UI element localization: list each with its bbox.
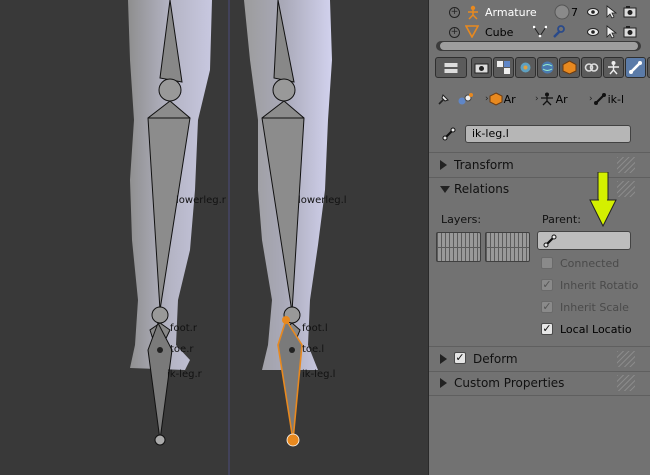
bone-label: toe.r [170, 344, 194, 355]
bone-icon [442, 127, 456, 141]
camera-render-icon[interactable] [623, 25, 637, 38]
annotation-arrow-icon [589, 172, 617, 228]
expand-icon[interactable]: + [449, 27, 460, 38]
modifier-wrench-icon [553, 25, 565, 38]
parent-bone-field[interactable] [537, 231, 631, 250]
outliner-row-armature[interactable]: + Armature 7 [429, 2, 650, 22]
expand-icon[interactable]: + [449, 7, 460, 18]
tab-object[interactable] [559, 57, 580, 78]
section-custom-properties-header[interactable]: Custom Properties [435, 373, 635, 393]
drag-handle[interactable] [617, 375, 635, 391]
viewport-scene [128, 0, 332, 475]
section-deform-header[interactable]: ✓ Deform [435, 349, 635, 369]
bone-label: ik-leg.r [167, 369, 202, 380]
tab-render-layers[interactable] [493, 57, 514, 78]
bone-icon [543, 234, 557, 248]
bone-label: lowerleg.r [176, 195, 226, 206]
bone-layers-grid-left[interactable] [436, 232, 481, 262]
checkbox[interactable]: ✓ [541, 279, 553, 291]
joint-ankle-r [151, 306, 169, 324]
section-title: Transform [454, 158, 514, 172]
armature-icon [468, 5, 478, 20]
editor-type-menu[interactable] [435, 57, 467, 78]
tab-world[interactable] [537, 57, 558, 78]
parent-label: Parent: [542, 213, 581, 226]
collapse-triangle-icon [440, 378, 447, 388]
bone-layers-grid-right[interactable] [485, 232, 530, 262]
bone-ik-leg-l [277, 318, 303, 441]
tab-bone[interactable] [625, 57, 646, 78]
deform-checkbox[interactable]: ✓ [454, 352, 466, 364]
section-title: Relations [454, 182, 510, 196]
outliner-item-name: Armature [485, 6, 537, 19]
joint-knee-r [158, 78, 182, 102]
mesh-data-icon [533, 25, 547, 38]
bone-label: foot.l [302, 323, 328, 334]
bone-label: toe.l [302, 344, 325, 355]
cube-icon [489, 92, 503, 106]
pose-data-icon [554, 4, 570, 20]
collapse-triangle-icon [440, 354, 447, 364]
drag-handle[interactable] [617, 181, 635, 197]
bone-label: foot.r [170, 323, 197, 334]
armature-icon [540, 92, 553, 106]
joint-ik-l-head [282, 316, 290, 324]
eye-icon[interactable] [587, 26, 599, 38]
section-title: Custom Properties [454, 376, 565, 390]
checkbox[interactable] [541, 257, 553, 269]
breadcrumb-item[interactable]: › Ar [485, 90, 516, 108]
bone-label: ik-leg.l [302, 369, 336, 380]
outliner-item-name: Cube [485, 26, 514, 39]
properties-tabs [435, 57, 650, 79]
expand-triangle-icon [440, 186, 450, 193]
cursor-select-icon[interactable] [605, 25, 617, 39]
pin-icon[interactable] [437, 90, 451, 108]
section-title: Deform [473, 352, 518, 366]
layers-label: Layers: [441, 213, 482, 226]
outliner-row-cube[interactable]: + Cube [429, 22, 650, 42]
bone-icon [593, 93, 606, 105]
tab-constraints[interactable] [581, 57, 602, 78]
tab-render[interactable] [471, 57, 492, 78]
collapse-triangle-icon [440, 160, 447, 170]
crumb-context-icon [457, 90, 475, 108]
tab-scene[interactable] [515, 57, 536, 78]
tab-armature-data[interactable] [603, 57, 624, 78]
checkbox[interactable]: ✓ [541, 323, 553, 335]
breadcrumb: › Ar › Ar › ik-l [437, 90, 647, 108]
3d-viewport[interactable]: lowerleg.r lowerleg.l foot.r toe.r ik-le… [0, 0, 428, 475]
joint-ik-r [154, 434, 166, 446]
drag-handle[interactable] [617, 351, 635, 367]
users-count: 7 [571, 6, 578, 19]
outliner-scrollbar[interactable] [436, 41, 641, 51]
breadcrumb-item[interactable]: › ik-l [589, 90, 624, 108]
cursor-select-icon[interactable] [605, 5, 617, 19]
bone-name-field[interactable]: ik-leg.l [465, 125, 631, 143]
eye-icon[interactable] [587, 6, 599, 18]
breadcrumb-item[interactable]: › Ar [535, 90, 568, 108]
drag-handle[interactable] [617, 157, 635, 173]
bone-label: lowerleg.l [298, 195, 347, 206]
joint-knee-l [272, 78, 296, 102]
camera-render-icon[interactable] [623, 5, 637, 18]
checkbox[interactable]: ✓ [541, 301, 553, 313]
joint-ik-l-selected [286, 433, 300, 447]
mesh-icon [465, 25, 479, 38]
